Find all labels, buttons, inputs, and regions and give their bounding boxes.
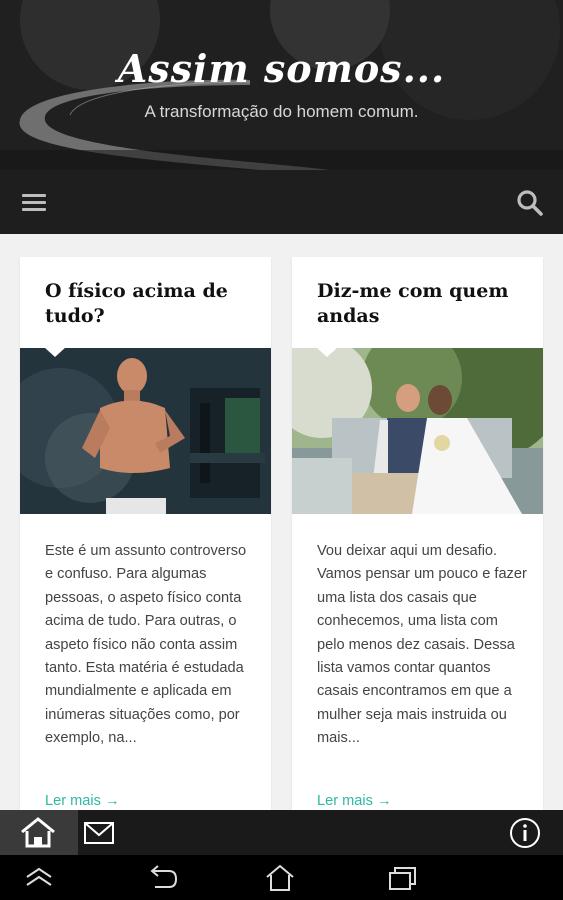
home-icon[interactable] [263, 863, 297, 893]
post-title[interactable]: O físico acima de tudo? [45, 279, 255, 329]
mail-icon[interactable] [80, 810, 120, 855]
app-bottom-bar [0, 810, 563, 855]
site-header: Assim somos... A transformação do homem … [0, 0, 563, 170]
info-icon[interactable] [508, 816, 542, 850]
image-notch [316, 348, 338, 357]
top-navbar [0, 170, 563, 234]
post-title[interactable]: Diz-me com quem andas [317, 279, 527, 329]
post-card[interactable]: O físico acima de tudo? Este é um assunt… [20, 257, 271, 817]
site-title[interactable]: Assim somos... [0, 46, 563, 91]
image-notch [44, 348, 66, 357]
home-icon[interactable] [0, 810, 78, 855]
read-more-link[interactable]: Ler mais → [317, 793, 392, 809]
post-image[interactable] [292, 348, 543, 514]
system-navigation-bar [0, 855, 563, 900]
site-subtitle: A transformação do homem comum. [144, 102, 419, 121]
chevron-up-icon[interactable] [22, 863, 56, 893]
post-excerpt: Vou deixar aqui um desafio. Vamos pensar… [317, 543, 527, 747]
recent-apps-icon[interactable] [385, 863, 419, 893]
post-image[interactable] [20, 348, 271, 514]
read-more-link[interactable]: Ler mais → [45, 793, 120, 809]
search-icon[interactable] [515, 188, 545, 218]
back-icon[interactable] [145, 863, 179, 893]
post-card[interactable]: Diz-me com quem andas Vou deixar aqui um… [292, 257, 543, 817]
post-excerpt: Este é um assunto controverso e confuso.… [45, 543, 247, 747]
hamburger-menu-icon[interactable] [20, 189, 50, 215]
